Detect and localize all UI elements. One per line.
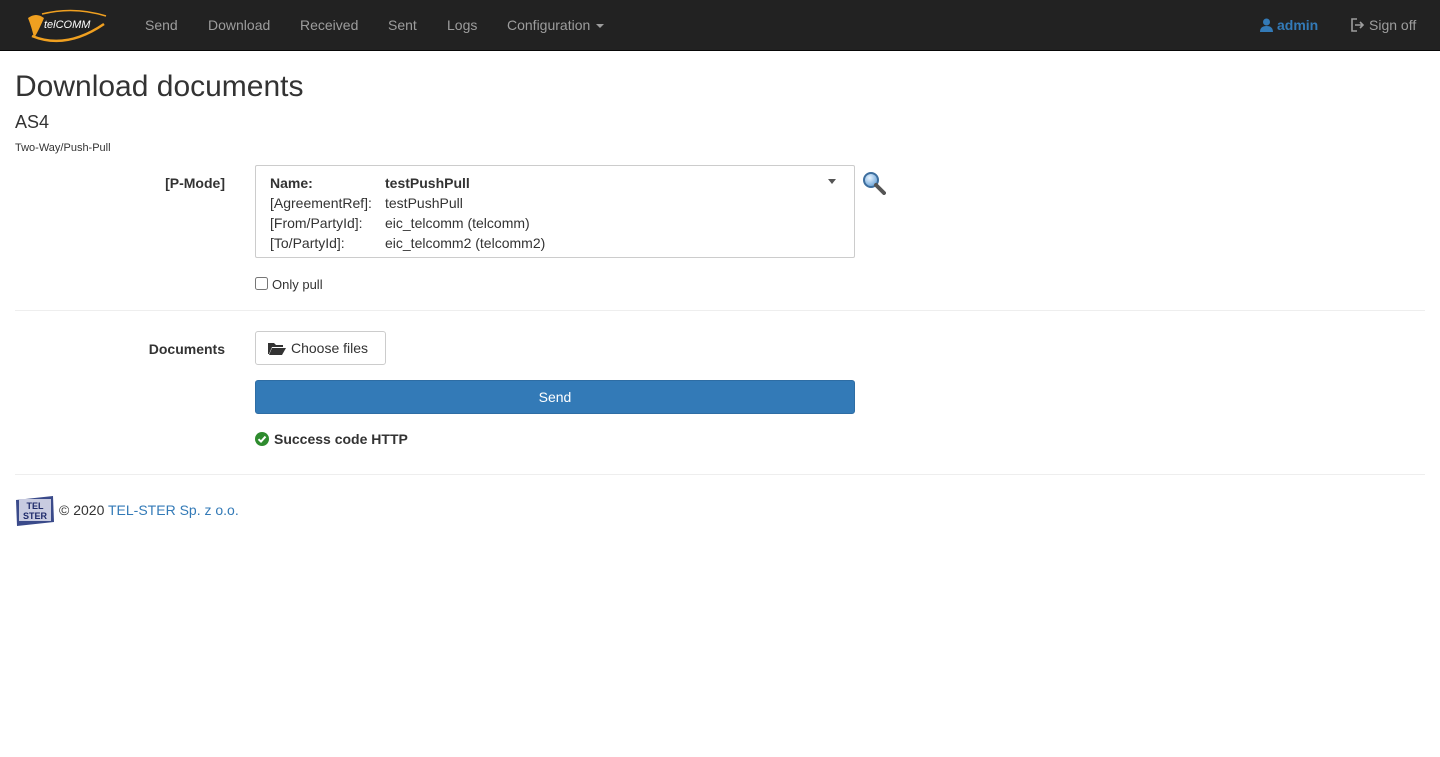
- nav-logs[interactable]: Logs: [447, 16, 477, 34]
- footer-company-link[interactable]: TEL-STER Sp. z o.o.: [108, 502, 239, 518]
- pmode-to-row: [To/PartyId]: eic_telcomm2 (telcomm2): [270, 234, 545, 252]
- folder-open-icon: [268, 343, 286, 355]
- pmode-from-row: [From/PartyId]: eic_telcomm (telcomm): [270, 214, 530, 232]
- pmode-from-value: eic_telcomm (telcomm): [385, 215, 530, 231]
- dropdown-caret-icon[interactable]: [828, 179, 836, 184]
- send-button[interactable]: Send: [255, 380, 855, 414]
- pmode-agreement-value: testPushPull: [385, 195, 463, 211]
- nav-received[interactable]: Received: [300, 16, 358, 34]
- svg-text:STER: STER: [23, 511, 48, 521]
- nav-configuration-label: Configuration: [507, 17, 591, 33]
- choose-files-label: Choose files: [291, 340, 369, 356]
- page-title: Download documents: [15, 70, 304, 103]
- search-icon[interactable]: [862, 171, 886, 195]
- mode-label: Two-Way/Push-Pull: [15, 142, 111, 154]
- status-message: Success code HTTP: [255, 431, 408, 447]
- sign-out-icon: [1351, 18, 1365, 32]
- pmode-name-value: testPushPull: [385, 175, 470, 191]
- user-name: admin: [1277, 17, 1319, 33]
- nav-sent[interactable]: Sent: [388, 16, 417, 34]
- status-text: Success code HTTP: [274, 431, 408, 447]
- pmode-name-row: Name: testPushPull: [270, 174, 470, 192]
- documents-label: Documents: [148, 341, 225, 357]
- sign-off-link[interactable]: Sign off: [1350, 16, 1416, 34]
- choose-files-button[interactable]: Choose files: [255, 331, 386, 365]
- user-icon: [1260, 18, 1273, 32]
- sign-off-label: Sign off: [1369, 17, 1417, 33]
- only-pull-checkbox[interactable]: [255, 277, 268, 290]
- telcomm-logo[interactable]: telCOMM: [22, 6, 110, 46]
- pmode-label: [P-Mode]: [165, 175, 225, 191]
- pmode-select[interactable]: Name: testPushPull [AgreementRef]: testPus…: [255, 165, 855, 258]
- footer-copyright: © 2020: [59, 502, 105, 518]
- svg-text:telCOMM: telCOMM: [44, 19, 91, 31]
- pmode-from-key: [From/PartyId]:: [270, 215, 363, 231]
- pmode-to-value: eic_telcomm2 (telcomm2): [385, 235, 546, 251]
- page-subtitle: AS4: [15, 112, 50, 132]
- divider: [15, 310, 1425, 311]
- only-pull-label[interactable]: Only pull: [272, 277, 323, 293]
- caret-down-icon: [596, 24, 605, 29]
- footer-text: © 2020 TEL-STER Sp. z o.o.: [59, 502, 239, 518]
- navbar: telCOMM Send Download Received Sent Logs…: [0, 0, 1440, 51]
- nav-download[interactable]: Download: [208, 16, 270, 34]
- divider: [15, 474, 1425, 475]
- nav-configuration[interactable]: Configuration: [507, 16, 605, 34]
- pmode-agreement-key: [AgreementRef]:: [270, 195, 372, 211]
- check-circle-icon: [255, 432, 269, 446]
- nav-send[interactable]: Send: [145, 16, 178, 34]
- pmode-agreement-row: [AgreementRef]: testPushPull: [270, 194, 463, 212]
- svg-text:TEL: TEL: [27, 501, 45, 511]
- pmode-name-key: Name:: [270, 175, 313, 191]
- user-menu[interactable]: admin: [1260, 16, 1318, 34]
- pmode-to-key: [To/PartyId]:: [270, 235, 345, 251]
- tel-ster-logo: TEL STER: [16, 496, 54, 526]
